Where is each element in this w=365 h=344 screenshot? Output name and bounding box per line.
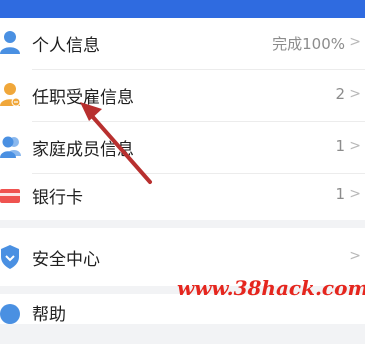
header-bar (0, 0, 365, 18)
shield-icon (0, 244, 22, 270)
chevron-right-icon: > (349, 138, 361, 154)
help-icon (0, 302, 22, 328)
menu-item-label: 帮助 (32, 305, 66, 325)
menu-item-help[interactable]: 帮助 (0, 294, 365, 344)
menu-item-label: 安全中心 (32, 250, 100, 270)
menu-item-employment-info[interactable]: 任职受雇信息 2 > (0, 70, 365, 120)
menu-item-label: 家庭成员信息 (32, 140, 134, 160)
menu-item-security-center[interactable]: 安全中心 > (0, 232, 365, 282)
menu-item-label: 个人信息 (32, 36, 100, 56)
completion-status: 完成100% (272, 35, 345, 53)
bank-card-icon (0, 182, 22, 208)
menu-item-bank-card[interactable]: 银行卡 1 > (0, 170, 365, 220)
menu-item-personal-info[interactable]: 个人信息 完成100% > (0, 18, 365, 68)
chevron-right-icon: > (349, 248, 361, 264)
chevron-right-icon: > (349, 34, 361, 50)
item-count: 2 (335, 85, 345, 103)
person-icon (0, 30, 22, 56)
item-count: 1 (335, 185, 345, 203)
chevron-right-icon: > (349, 186, 361, 202)
watermark-text: www.38hack.com (177, 276, 365, 300)
family-icon (0, 134, 22, 160)
employee-icon (0, 82, 22, 108)
chevron-right-icon: > (349, 86, 361, 102)
menu-item-label: 银行卡 (32, 188, 83, 208)
info-menu-group: 个人信息 完成100% > 任职受雇信息 2 > 家庭成员信息 1 > 银行卡 … (0, 18, 365, 220)
item-count: 1 (335, 137, 345, 155)
menu-item-family-info[interactable]: 家庭成员信息 1 > (0, 122, 365, 172)
menu-item-label: 任职受雇信息 (32, 88, 134, 108)
